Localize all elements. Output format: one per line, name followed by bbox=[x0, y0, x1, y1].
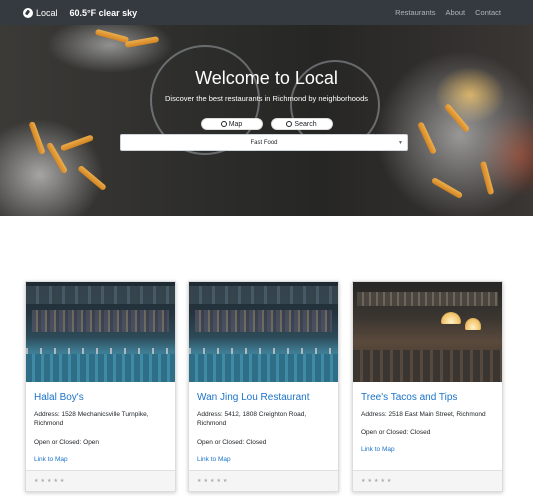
map-pin-icon bbox=[220, 121, 227, 127]
rating-stars: ★★★★★ bbox=[197, 478, 230, 484]
restaurant-photo bbox=[353, 282, 502, 382]
card-footer: ★★★★★ bbox=[189, 470, 338, 491]
restaurant-name: Halal Boy's bbox=[34, 392, 84, 403]
hero-subtitle: Discover the best restaurants in Richmon… bbox=[164, 94, 369, 103]
card-footer: ★★★★★ bbox=[353, 470, 502, 491]
restaurant-card: Tree's Tacos and Tips Address: 2518 East… bbox=[352, 281, 503, 492]
fry-decoration bbox=[479, 160, 495, 196]
restaurant-photo bbox=[189, 282, 338, 382]
hero-title: Welcome to Local bbox=[195, 68, 338, 88]
cuisine-select[interactable]: Fast Food ▼ bbox=[120, 134, 408, 151]
cuisine-select-value: Fast Food bbox=[250, 139, 278, 146]
fry-decoration bbox=[124, 36, 160, 48]
fry-decoration bbox=[59, 134, 95, 152]
rating-stars: ★★★★★ bbox=[34, 478, 67, 484]
fry-decoration bbox=[430, 176, 464, 200]
fry-decoration bbox=[94, 28, 130, 44]
brand-link[interactable]: Local bbox=[23, 7, 58, 18]
search-button-label: Search bbox=[294, 120, 317, 128]
map-link[interactable]: Link to Map bbox=[34, 456, 68, 463]
restaurant-name: Tree's Tacos and Tips bbox=[361, 392, 458, 403]
hero-banner: Welcome to Local Discover the best resta… bbox=[0, 25, 533, 216]
restaurant-status: Open or Closed: Open bbox=[34, 439, 100, 446]
weather-readout: 60.5°F clear sky bbox=[69, 7, 138, 18]
card-footer: ★★★★★ bbox=[26, 470, 175, 491]
restaurant-card: Wan Jing Lou Restaurant Address: 5412, 1… bbox=[188, 281, 339, 492]
fry-decoration bbox=[77, 164, 107, 192]
restaurant-photo bbox=[26, 282, 175, 382]
restaurant-address: Address: 5412, 1808 Creighton Road, Rich… bbox=[197, 411, 307, 427]
nav-link-restaurants[interactable]: Restaurants bbox=[395, 8, 435, 17]
map-link[interactable]: Link to Map bbox=[197, 456, 231, 463]
top-navbar: Local 60.5°F clear sky Restaurants About… bbox=[0, 0, 533, 25]
hero-buttons: Map Search bbox=[0, 118, 533, 130]
map-button-label: Map bbox=[228, 120, 243, 128]
rating-stars: ★★★★★ bbox=[361, 478, 394, 484]
nav-link-about[interactable]: About bbox=[446, 8, 466, 17]
brand-label: Local bbox=[36, 7, 58, 18]
restaurant-name: Wan Jing Lou Restaurant bbox=[197, 392, 310, 403]
compass-icon bbox=[23, 7, 33, 18]
nav-link-contact[interactable]: Contact bbox=[475, 8, 501, 17]
search-icon bbox=[286, 121, 293, 127]
chevron-down-icon: ▼ bbox=[398, 140, 403, 146]
map-link[interactable]: Link to Map bbox=[361, 446, 395, 453]
nav-links: Restaurants About Contact bbox=[385, 0, 501, 25]
search-button[interactable]: Search bbox=[270, 118, 333, 130]
restaurant-status: Open or Closed: Closed bbox=[361, 429, 431, 436]
map-button[interactable]: Map bbox=[200, 118, 263, 130]
restaurant-card: Halal Boy's Address: 1528 Mechanicsville… bbox=[25, 281, 176, 492]
restaurant-address: Address: 1528 Mechanicsville Turnpike, R… bbox=[34, 411, 149, 427]
restaurant-status: Open or Closed: Closed bbox=[197, 439, 267, 446]
restaurant-address: Address: 2518 East Main Street, Richmond bbox=[361, 411, 486, 418]
